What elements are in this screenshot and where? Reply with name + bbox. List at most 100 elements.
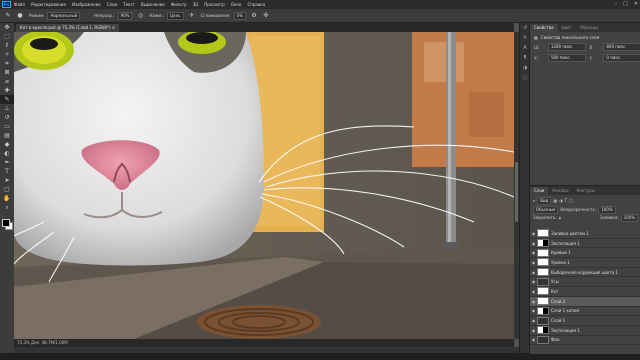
layer-row[interactable]: ◉ Слой 1 xyxy=(530,316,640,326)
layer-row[interactable]: ◉ Кривые 1 xyxy=(530,248,640,259)
foreground-color-swatch[interactable] xyxy=(2,219,10,227)
type-tool-icon[interactable]: T xyxy=(0,167,14,176)
brush-preset-icon[interactable]: ● xyxy=(16,12,24,20)
menu-text[interactable]: Текст xyxy=(123,2,135,7)
path-select-tool-icon[interactable]: ➤ xyxy=(0,176,14,185)
filter-type-icon[interactable]: T xyxy=(565,198,567,203)
eye-icon[interactable]: ◉ xyxy=(530,318,537,323)
filter-pixel-icon[interactable]: ▦ xyxy=(553,198,557,203)
dodge-tool-icon[interactable]: ◐ xyxy=(0,149,14,158)
menu-layers[interactable]: Слои xyxy=(107,2,117,7)
layer-opacity-field[interactable]: 100% xyxy=(598,205,616,214)
minimize-icon[interactable]: – xyxy=(615,1,618,7)
layer-row[interactable]: ◉ Кот xyxy=(530,287,640,297)
menu-window[interactable]: Окно xyxy=(231,2,242,7)
eye-icon[interactable]: ◉ xyxy=(530,250,537,255)
layer-name: Слой 1 xyxy=(551,318,566,324)
eye-icon[interactable]: ◉ xyxy=(530,328,537,333)
search-icon: ⌕ xyxy=(533,198,536,203)
menu-3d[interactable]: 3D xyxy=(193,2,199,7)
layer-row[interactable]: ◉ Уровни 1 xyxy=(530,258,640,268)
flow-field[interactable]: Цель xyxy=(167,11,184,20)
quick-select-tool-icon[interactable]: ✧ xyxy=(0,50,14,59)
layer-row[interactable]: ◉ Экспозиция 1 xyxy=(530,326,640,336)
close-icon[interactable]: ✕ xyxy=(634,1,638,7)
brush-tool-icon[interactable]: ✎ xyxy=(4,12,12,20)
canvas-image xyxy=(14,32,514,339)
tab-swatches[interactable]: Образцы xyxy=(576,24,603,32)
airbrush-icon[interactable]: ✈ xyxy=(188,12,196,20)
y-field[interactable]: 0 пикс. xyxy=(603,54,640,62)
fill-label: Заливка: xyxy=(599,215,619,220)
layer-kind-select[interactable]: Вид xyxy=(537,196,552,205)
x-field[interactable]: 580 пикс. xyxy=(547,54,586,62)
eye-icon[interactable]: ◉ xyxy=(530,241,537,246)
move-tool-icon[interactable]: ✥ xyxy=(0,23,14,32)
eye-icon[interactable]: ◉ xyxy=(530,279,537,284)
brush-tool-icon-side[interactable]: ✎ xyxy=(0,95,14,104)
frame-tool-icon[interactable]: ⊠ xyxy=(0,68,14,77)
layer-name: Выборочная коррекция цвета 1 xyxy=(551,269,618,275)
healing-tool-icon[interactable]: ✚ xyxy=(0,86,14,95)
menu-view[interactable]: Просмотр xyxy=(204,2,225,7)
lasso-tool-icon[interactable]: ℓ xyxy=(0,41,14,50)
menu-select[interactable]: Выделение xyxy=(141,2,165,7)
symmetry-icon[interactable]: ✜ xyxy=(262,12,270,20)
document-tab[interactable]: Кот в кресле.psd @ 75,3% (Слой 1, RGB/8*… xyxy=(16,24,120,32)
layer-row[interactable]: ◉ Фон xyxy=(530,335,640,346)
h-field[interactable]: 800 пикс. xyxy=(603,43,640,51)
eraser-tool-icon[interactable]: ▭ xyxy=(0,122,14,131)
w-field[interactable]: 1280 пикс. xyxy=(547,43,586,51)
eye-icon[interactable]: ◉ xyxy=(530,299,537,304)
lock-icon[interactable]: 🔒︎ xyxy=(559,215,561,220)
crop-tool-icon[interactable]: ⌗ xyxy=(0,59,14,68)
opacity-field[interactable]: 90% xyxy=(117,11,133,20)
lock-row: Закрепить: 🔒︎ Заливка: 100% xyxy=(533,213,638,222)
filter-shape-icon[interactable]: ▢ xyxy=(569,198,573,203)
pen-tool-icon[interactable]: ✒ xyxy=(0,158,14,167)
blend-mode-select[interactable]: Обычные xyxy=(533,205,559,214)
blend-row: Обычные Непрозрачность: 100% xyxy=(533,205,638,214)
canvas[interactable] xyxy=(14,32,514,339)
gear-icon[interactable]: ⚙ xyxy=(250,12,258,20)
zoom-tool-icon[interactable]: ⌕ xyxy=(0,203,14,212)
marquee-tool-icon[interactable]: ⬚ xyxy=(0,32,14,41)
menu-help[interactable]: Справка xyxy=(247,2,265,7)
eye-icon[interactable]: ◉ xyxy=(530,308,537,313)
tab-color[interactable]: Цвет xyxy=(558,24,576,32)
menu-edit[interactable]: Редактирование xyxy=(31,2,66,7)
layer-row[interactable]: ◉ Заливка цветом 1 xyxy=(530,229,640,239)
blur-tool-icon[interactable]: ◆ xyxy=(0,140,14,149)
layer-row[interactable]: ◉ Выборочная коррекция цвета 1 xyxy=(530,268,640,278)
menu-filter[interactable]: Фильтр xyxy=(171,2,187,7)
eye-icon[interactable]: ◉ xyxy=(530,260,537,265)
eye-icon[interactable]: ◉ xyxy=(530,289,537,294)
tab-channels[interactable]: Каналы xyxy=(548,187,572,195)
pressure-opacity-icon[interactable]: ◎ xyxy=(136,12,144,20)
stamp-tool-icon[interactable]: ⊥ xyxy=(0,104,14,113)
tab-layers[interactable]: Слои xyxy=(530,187,549,195)
smoothing-field[interactable]: 0% xyxy=(233,11,246,20)
layer-thumbnail xyxy=(537,306,549,315)
history-brush-tool-icon[interactable]: ↺ xyxy=(0,113,14,122)
layer-row[interactable]: ◉ Слой 2 xyxy=(530,296,640,307)
vertical-scroll-thumb[interactable] xyxy=(515,162,518,222)
eye-icon[interactable]: ◉ xyxy=(530,231,537,236)
fill-field[interactable]: 100% xyxy=(620,213,638,222)
hand-tool-icon[interactable]: ✋ xyxy=(0,194,14,203)
eye-icon[interactable]: ◉ xyxy=(530,270,537,275)
layer-row[interactable]: ◉ Усы xyxy=(530,277,640,288)
gradient-tool-icon[interactable]: ▤ xyxy=(0,131,14,140)
shape-tool-icon[interactable]: ▢ xyxy=(0,185,14,194)
tab-paths[interactable]: Контуры xyxy=(572,187,598,195)
mode-select[interactable]: Нормальный xyxy=(47,11,81,20)
eye-icon[interactable]: ◉ xyxy=(530,337,537,342)
filter-adjust-icon[interactable]: ◑ xyxy=(559,198,563,203)
maximize-icon[interactable]: □ xyxy=(623,1,628,7)
layer-row[interactable]: ◉ Экспозиция 1 xyxy=(530,239,640,249)
menu-image[interactable]: Изображение xyxy=(72,2,101,7)
tab-properties[interactable]: Свойства xyxy=(530,24,558,32)
eyedropper-tool-icon[interactable]: ⌀ xyxy=(0,77,14,86)
menu-file[interactable]: Файл xyxy=(14,2,25,7)
layer-row[interactable]: ◉ Слой 1 копия xyxy=(530,306,640,317)
